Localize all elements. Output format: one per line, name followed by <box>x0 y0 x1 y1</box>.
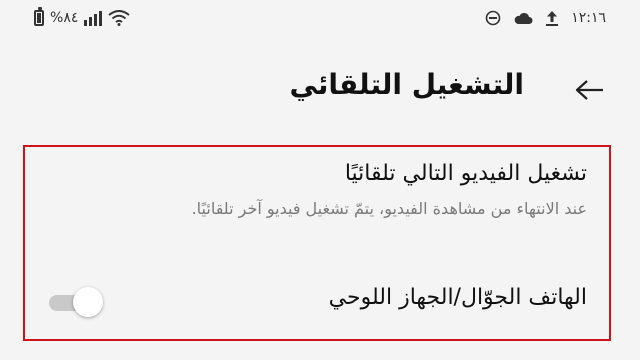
header: التشغيل التلقائي <box>0 60 640 120</box>
status-left: %٨٤ <box>34 7 130 26</box>
autoplay-toggle[interactable] <box>47 287 103 317</box>
battery-icon <box>34 7 44 26</box>
clock: ١٢:١٦ <box>571 10 606 26</box>
toggle-label: الهاتف الجوّال/الجهاز اللوحي <box>328 285 587 310</box>
page-title: التشغيل التلقائي <box>289 68 525 101</box>
dnd-icon <box>485 10 501 26</box>
toggle-knob <box>73 287 103 317</box>
cloud-icon <box>513 11 533 25</box>
setting-description: عند الانتهاء من مشاهدة الفيديو، يتمّ تشغ… <box>191 199 587 218</box>
wifi-icon <box>108 10 130 26</box>
arrow-right-icon <box>575 80 603 100</box>
back-button[interactable] <box>570 70 610 110</box>
status-right: ١٢:١٦ <box>485 10 606 26</box>
upload-icon <box>545 10 559 26</box>
battery-percentage: %٨٤ <box>50 10 79 26</box>
signal-icon <box>84 10 103 26</box>
status-bar: %٨٤ ١٢:١٦ <box>0 0 640 44</box>
setting-title: تشغيل الفيديو التالي تلقائيًا <box>344 161 587 186</box>
autoplay-setting-card: تشغيل الفيديو التالي تلقائيًا عند الانته… <box>23 145 611 341</box>
